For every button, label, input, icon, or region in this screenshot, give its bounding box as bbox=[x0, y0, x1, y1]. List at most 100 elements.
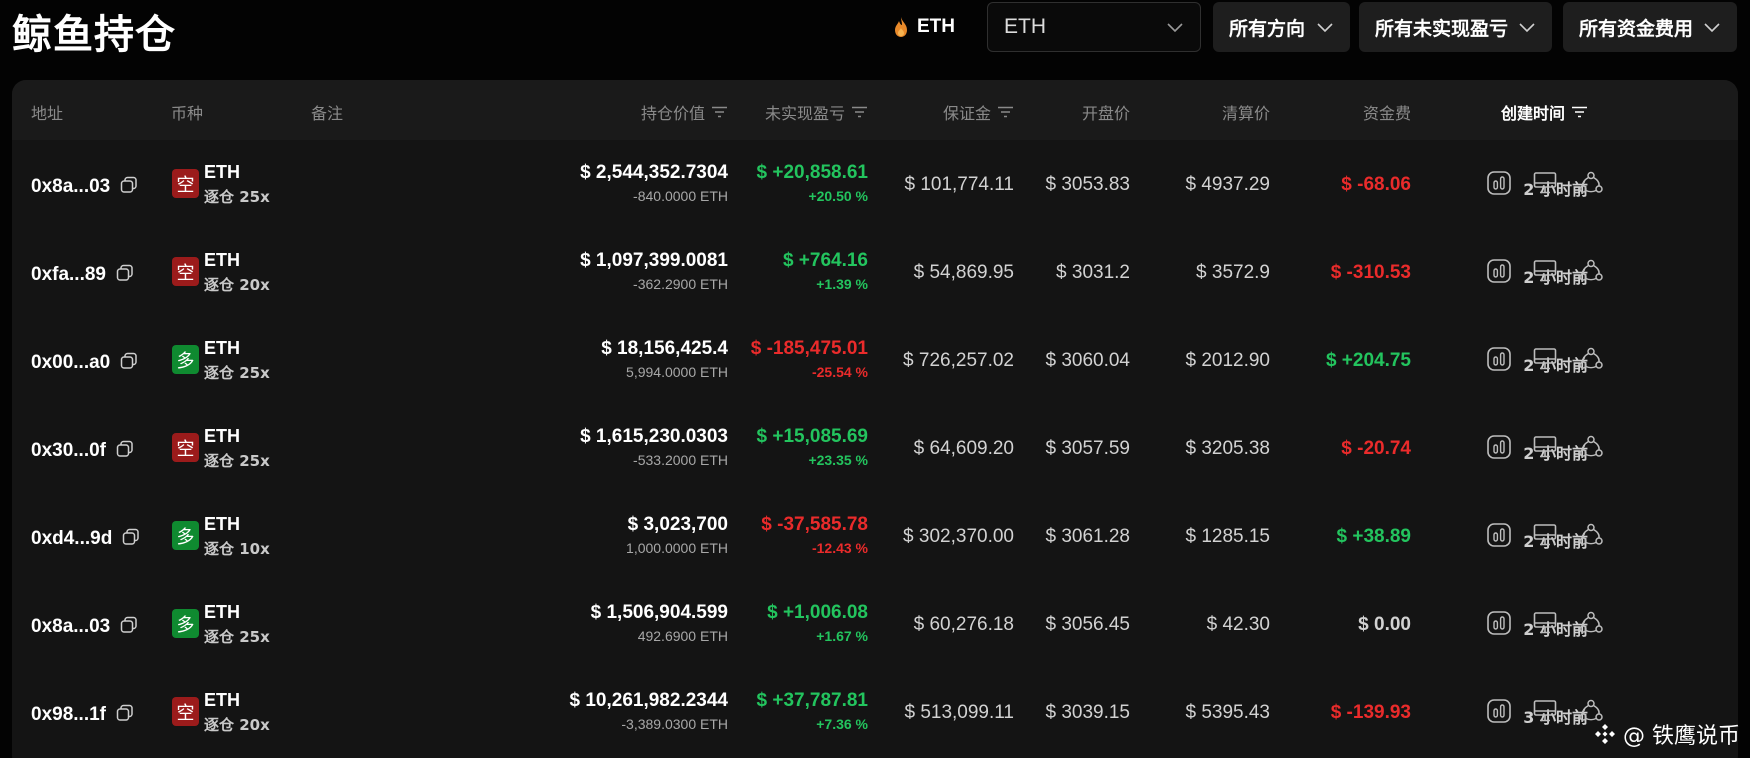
monitor-icon[interactable] bbox=[1532, 610, 1558, 636]
pnl-value: $ -37,585.78 bbox=[761, 514, 868, 535]
liq-price: $ 2012.90 bbox=[1185, 350, 1270, 371]
copy-icon[interactable] bbox=[120, 613, 138, 640]
address-text: 0x30...0f bbox=[31, 439, 106, 461]
col-address: 地址 bbox=[31, 104, 64, 123]
chevron-down-icon bbox=[1704, 23, 1720, 33]
address-cell[interactable]: 0xd4...9d bbox=[31, 525, 140, 552]
funding-fee: $ -310.53 bbox=[1330, 262, 1411, 283]
watermark: @ 铁鹰说币 bbox=[1593, 718, 1740, 750]
address-cell[interactable]: 0x00...a0 bbox=[31, 349, 138, 376]
position-size: -840.0000 ETH bbox=[633, 188, 728, 204]
sort-icon bbox=[712, 106, 727, 118]
entry-price: $ 3053.83 bbox=[1045, 174, 1130, 195]
leverage-label: 逐仓 25x bbox=[204, 628, 270, 646]
share-icon[interactable] bbox=[1578, 170, 1604, 196]
col-entry-price: 开盘价 bbox=[1081, 104, 1130, 123]
logo-icon bbox=[1595, 724, 1615, 744]
pnl-filter[interactable]: 所有未实现盈亏 bbox=[1359, 2, 1552, 52]
chevron-down-icon bbox=[1167, 23, 1183, 33]
col-position-value[interactable]: 持仓价值 bbox=[641, 100, 728, 124]
copy-icon[interactable] bbox=[116, 701, 134, 728]
chart-icon[interactable] bbox=[1486, 522, 1512, 548]
monitor-icon[interactable] bbox=[1532, 698, 1558, 724]
chart-icon[interactable] bbox=[1486, 170, 1512, 196]
sort-icon bbox=[852, 106, 867, 118]
pnl-percent: -25.54 % bbox=[811, 364, 868, 380]
side-badge: 多 bbox=[172, 609, 199, 638]
table-row[interactable]: 0x00...a0 多 ETH 逐仓 25x $ 18,156,425.4 5,… bbox=[12, 316, 1738, 404]
col-created[interactable]: 创建时间 bbox=[1501, 100, 1588, 124]
pnl-value: $ +764.16 bbox=[782, 250, 868, 271]
position-size: -3,389.0300 ETH bbox=[621, 716, 728, 732]
side-badge: 多 bbox=[172, 345, 199, 374]
copy-icon[interactable] bbox=[122, 525, 140, 552]
address-text: 0x98...1f bbox=[31, 703, 106, 725]
side-badge: 空 bbox=[172, 697, 199, 726]
copy-icon[interactable] bbox=[116, 261, 134, 288]
flame-icon bbox=[895, 17, 907, 37]
col-unrealized-pnl[interactable]: 未实现盈亏 bbox=[765, 100, 868, 124]
table-row[interactable]: 0xfa...89 空 ETH 逐仓 20x $ 1,097,399.0081 … bbox=[12, 228, 1738, 316]
direction-filter[interactable]: 所有方向 bbox=[1213, 2, 1350, 52]
entry-price: $ 3039.15 bbox=[1045, 702, 1130, 723]
monitor-icon[interactable] bbox=[1532, 258, 1558, 284]
pnl-percent: +1.39 % bbox=[816, 276, 868, 292]
address-cell[interactable]: 0x98...1f bbox=[31, 701, 134, 728]
table-row[interactable]: 0x30...0f 空 ETH 逐仓 25x $ 1,615,230.0303 … bbox=[12, 404, 1738, 492]
chevron-down-icon bbox=[1317, 23, 1333, 33]
position-size: -362.2900 ETH bbox=[633, 276, 728, 292]
funding-fee: $ 0.00 bbox=[1358, 614, 1411, 635]
copy-icon[interactable] bbox=[120, 173, 138, 200]
leverage-label: 逐仓 25x bbox=[204, 188, 270, 206]
funding-filter[interactable]: 所有资金费用 bbox=[1563, 2, 1737, 52]
address-cell[interactable]: 0x8a...03 bbox=[31, 173, 138, 200]
margin-value: $ 726,257.02 bbox=[903, 350, 1014, 371]
table-row[interactable]: 0x98...1f 空 ETH 逐仓 20x $ 10,261,982.2344… bbox=[12, 668, 1738, 756]
leverage-label: 逐仓 25x bbox=[204, 364, 270, 382]
coin-chip-label: ETH bbox=[917, 16, 955, 37]
monitor-icon[interactable] bbox=[1532, 434, 1558, 460]
table-row[interactable]: 0xd4...9d 多 ETH 逐仓 10x $ 3,023,700 1,000… bbox=[12, 492, 1738, 580]
monitor-icon[interactable] bbox=[1532, 522, 1558, 548]
monitor-icon[interactable] bbox=[1532, 346, 1558, 372]
col-margin[interactable]: 保证金 bbox=[943, 100, 1014, 124]
share-icon[interactable] bbox=[1578, 258, 1604, 284]
entry-price: $ 3031.2 bbox=[1056, 262, 1130, 283]
table-row[interactable]: 0x8a...03 空 ETH 逐仓 25x $ 2,544,352.7304 … bbox=[12, 140, 1738, 228]
chart-icon[interactable] bbox=[1486, 698, 1512, 724]
coin-chip[interactable]: ETH bbox=[893, 12, 955, 42]
address-cell[interactable]: 0x8a...03 bbox=[31, 613, 138, 640]
monitor-icon[interactable] bbox=[1532, 170, 1558, 196]
funding-fee: $ -68.06 bbox=[1341, 174, 1411, 195]
side-badge: 空 bbox=[172, 433, 199, 462]
address-cell[interactable]: 0x30...0f bbox=[31, 437, 134, 464]
pnl-percent: -12.43 % bbox=[811, 540, 868, 556]
copy-icon[interactable] bbox=[120, 349, 138, 376]
chart-icon[interactable] bbox=[1486, 258, 1512, 284]
copy-icon[interactable] bbox=[116, 437, 134, 464]
address-text: 0x8a...03 bbox=[31, 175, 111, 197]
col-coin: 币种 bbox=[171, 104, 204, 123]
margin-value: $ 64,609.20 bbox=[913, 438, 1014, 459]
chart-icon[interactable] bbox=[1486, 610, 1512, 636]
coin-select[interactable]: ETH bbox=[987, 2, 1201, 52]
address-text: 0xfa...89 bbox=[31, 263, 106, 285]
chart-icon[interactable] bbox=[1486, 434, 1512, 460]
share-icon[interactable] bbox=[1578, 522, 1604, 548]
share-icon[interactable] bbox=[1578, 434, 1604, 460]
liq-price: $ 3572.9 bbox=[1196, 262, 1270, 283]
pnl-value: $ +37,787.81 bbox=[756, 690, 868, 711]
side-badge: 多 bbox=[172, 521, 199, 550]
position-value: $ 2,544,352.7304 bbox=[580, 162, 728, 183]
table-row[interactable]: 0x8a...03 多 ETH 逐仓 25x $ 1,506,904.599 4… bbox=[12, 580, 1738, 668]
pnl-value: $ -185,475.01 bbox=[750, 338, 868, 359]
chart-icon[interactable] bbox=[1486, 346, 1512, 372]
address-cell[interactable]: 0xfa...89 bbox=[31, 261, 134, 288]
share-icon[interactable] bbox=[1578, 346, 1604, 372]
share-icon[interactable] bbox=[1578, 610, 1604, 636]
funding-filter-label: 所有资金费用 bbox=[1579, 17, 1694, 40]
entry-price: $ 3061.28 bbox=[1045, 526, 1130, 547]
address-text: 0x00...a0 bbox=[31, 351, 111, 373]
liq-price: $ 5395.43 bbox=[1185, 702, 1270, 723]
liq-price: $ 42.30 bbox=[1206, 614, 1270, 635]
